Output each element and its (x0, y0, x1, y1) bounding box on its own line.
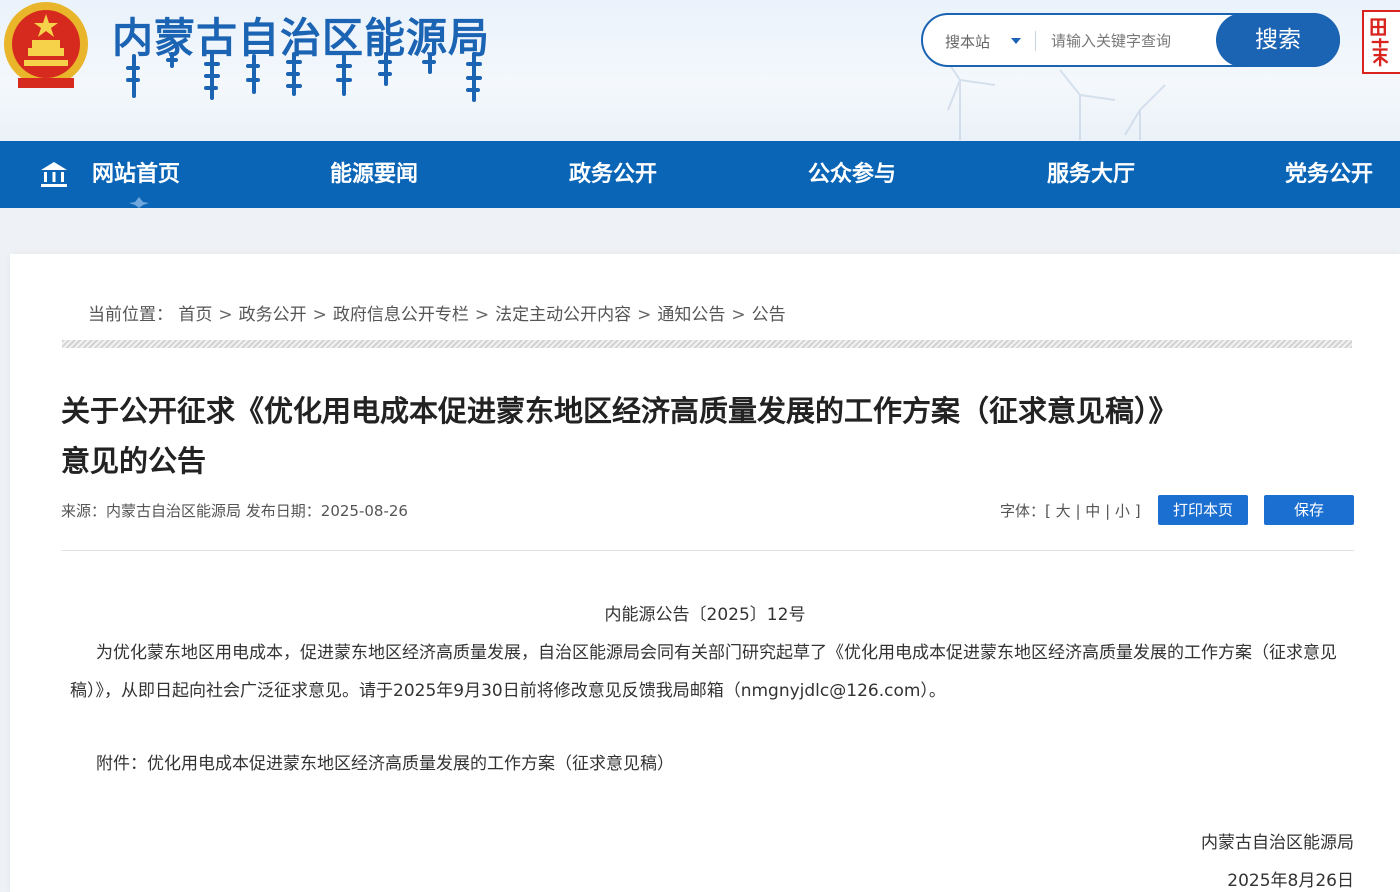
font-size-small[interactable]: 小 (1115, 502, 1130, 520)
nav-item-government-affairs[interactable]: 政务公开 (569, 141, 657, 208)
signature-date: 2025年8月26日 (1227, 871, 1354, 891)
article-meta: 来源：内蒙古自治区能源局 发布日期：2025-08-26 (61, 502, 408, 520)
breadcrumb-government-affairs[interactable]: 政务公开 (239, 305, 307, 325)
nav-item-public-participation[interactable]: 公众参与 (808, 141, 896, 208)
search-box: 搜本站 搜索 (921, 13, 1340, 67)
breadcrumb-notices[interactable]: 通知公告 (657, 305, 725, 325)
nav-item-service-hall[interactable]: 服务大厅 (1047, 141, 1135, 208)
search-input[interactable] (1049, 25, 1213, 57)
breadcrumb-separator: > (218, 305, 233, 325)
document-number: 内能源公告〔2025〕12号 (604, 605, 806, 625)
save-button[interactable]: 保存 (1264, 495, 1354, 525)
breadcrumb-home[interactable]: 首页 (178, 305, 212, 325)
breadcrumb-separator: > (731, 305, 746, 325)
breadcrumb-separator: > (637, 305, 652, 325)
chevron-down-icon[interactable] (1011, 38, 1021, 44)
font-size-large[interactable]: 大 (1056, 502, 1071, 520)
signature-organization: 内蒙古自治区能源局 (1201, 833, 1354, 853)
attachment-link[interactable]: 附件：优化用电成本促进蒙东地区经济高质量发展的工作方案（征求意见稿） (96, 749, 674, 774)
divider-pattern (62, 340, 1352, 348)
home-icon[interactable] (40, 160, 68, 188)
search-scope-select[interactable]: 搜本站 (945, 31, 990, 52)
search-button[interactable]: 搜索 (1216, 13, 1340, 67)
font-size-close: ] (1134, 502, 1141, 520)
breadcrumb-prefix: 当前位置： (88, 305, 173, 325)
mongolian-script-logo (126, 52, 482, 102)
active-indicator-icon (129, 197, 149, 208)
nav-item-energy-news[interactable]: 能源要闻 (330, 141, 418, 208)
font-size-divider: | (1105, 502, 1111, 520)
page-title-line1: 关于公开征求《优化用电成本促进蒙东地区经济高质量发展的工作方案（征求意见稿）》 (61, 394, 1178, 428)
inner-mongolia-seal-icon[interactable] (1362, 10, 1400, 74)
page-title: 关于公开征求《优化用电成本促进蒙东地区经济高质量发展的工作方案（征求意见稿）》 … (61, 386, 1341, 486)
article-card: 当前位置： 首页 > 政务公开 > 政府信息公开专栏 > 法定主动公开内容 > 通知公告 > 公告 … (10, 254, 1400, 892)
breadcrumb-announcement[interactable]: 公告 (752, 305, 786, 325)
site-header: 内蒙古自治区能源局 搜本站 搜索 (0, 0, 1400, 141)
page-title-line2: 意见的公告 (61, 444, 207, 478)
main-nav: 网站首页 能源要闻 政务公开 公众参与 服务大厅 党务公开 (0, 141, 1400, 208)
search-divider (1035, 31, 1036, 51)
breadcrumb-separator: > (474, 305, 490, 325)
font-size-medium[interactable]: 中 (1085, 502, 1100, 520)
font-size-label: 字体：[ (1000, 502, 1051, 520)
breadcrumb-separator: > (312, 305, 327, 325)
breadcrumb-info-disclosure[interactable]: 政府信息公开专栏 (333, 305, 469, 325)
breadcrumb-statutory-disclosure[interactable]: 法定主动公开内容 (495, 305, 631, 325)
breadcrumb: 当前位置： 首页 > 政务公开 > 政府信息公开专栏 > 法定主动公开内容 > 通知公告 > 公告 (88, 300, 786, 325)
font-size-controls: 字体：[ 大 | 中 | 小 ] (1000, 500, 1141, 521)
article-body: 为优化蒙东地区用电成本，促进蒙东地区经济高质量发展，自治区能源局会同有关部门研究… (70, 643, 1337, 701)
nav-item-party-affairs[interactable]: 党务公开 (1285, 141, 1373, 208)
font-size-divider: | (1075, 502, 1081, 520)
national-emblem-icon (4, 2, 88, 88)
print-button[interactable]: 打印本页 (1158, 495, 1248, 525)
divider (61, 550, 1354, 551)
